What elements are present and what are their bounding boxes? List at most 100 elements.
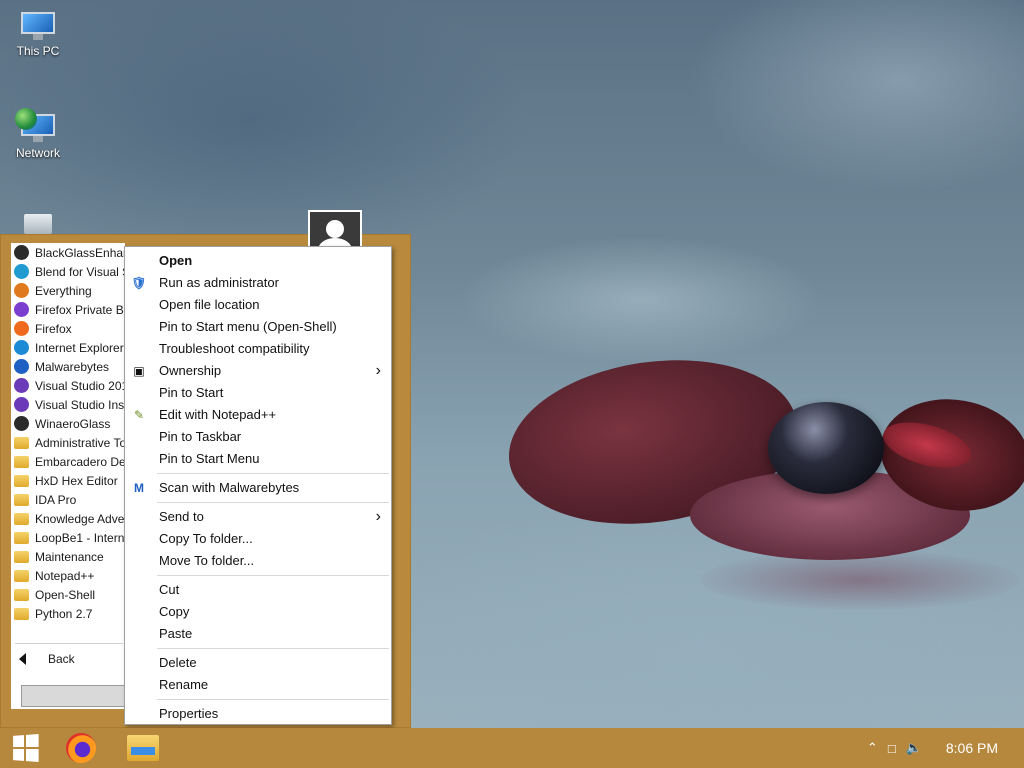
menu-item-label: Properties [159, 706, 219, 721]
menu-item-copy[interactable]: Copy [125, 601, 391, 623]
back-button[interactable]: Back [11, 647, 125, 671]
clock[interactable]: 8:06 PM [946, 740, 998, 756]
firefox-icon [14, 321, 29, 336]
menu-item-pin-to-start-menu-open-shell[interactable]: Pin to Start menu (Open-Shell) [125, 316, 391, 338]
program-item[interactable]: Internet Explorer [11, 338, 125, 357]
network-icon [15, 108, 55, 142]
menu-item-move-to-folder[interactable]: Move To folder... [125, 550, 391, 572]
program-item-label: LoopBe1 - Internal [35, 530, 125, 545]
cmd-icon: ▣ [133, 364, 145, 378]
program-item[interactable]: Visual Studio 2017 [11, 376, 125, 395]
menu-item-scan-with-malwarebytes[interactable]: M Scan with Malwarebytes [125, 477, 391, 499]
visual-studio-icon [14, 378, 29, 393]
app-icon [14, 416, 29, 431]
taskbar-firefox-button[interactable] [58, 728, 104, 768]
menu-item-label: Pin to Start menu (Open-Shell) [159, 319, 337, 334]
program-item[interactable]: LoopBe1 - Internal [11, 528, 125, 547]
menu-item-open-file-location[interactable]: Open file location [125, 294, 391, 316]
folder-icon [14, 588, 29, 601]
program-item[interactable]: Python 2.7 [11, 604, 125, 623]
menu-separator [157, 699, 389, 700]
menu-item-label: Pin to Start [159, 385, 224, 400]
start-button[interactable] [0, 728, 50, 768]
menu-item-label: Scan with Malwarebytes [159, 480, 300, 495]
program-list: BlackGlassEnhance Blend for Visual St Ever… [11, 243, 125, 709]
program-item-label: Firefox Private Bro [35, 302, 125, 317]
program-item[interactable]: Visual Studio Insta [11, 395, 125, 414]
program-item-label: HxD Hex Editor [35, 473, 118, 488]
taskbar: ⌃ □ 🔈 8:06 PM [0, 728, 1024, 768]
program-item[interactable]: Administrative Too [11, 433, 125, 452]
program-item-label: Internet Explorer [35, 340, 124, 355]
network-status-icon[interactable]: □ [888, 741, 896, 756]
recycle-bin-icon [24, 214, 52, 234]
menu-item-pin-to-taskbar[interactable]: Pin to Taskbar [125, 426, 391, 448]
blend-icon [14, 264, 29, 279]
menu-item-delete[interactable]: Delete [125, 652, 391, 674]
chevron-up-icon[interactable]: ⌃ [867, 740, 878, 756]
folder-icon [14, 493, 29, 506]
folder-icon [14, 569, 29, 582]
folder-icon [14, 455, 29, 468]
menu-item-pin-to-start-menu[interactable]: Pin to Start Menu [125, 448, 391, 470]
menu-item-label: Cut [159, 582, 180, 597]
folder-icon [14, 531, 29, 544]
program-item-label: Open-Shell [35, 587, 96, 602]
program-item-label: Python 2.7 [35, 606, 93, 621]
menu-separator [157, 575, 389, 576]
program-item[interactable]: Knowledge Adven [11, 509, 125, 528]
menu-item-label: Pin to Taskbar [159, 429, 242, 444]
menu-item-cut[interactable]: Cut [125, 579, 391, 601]
menu-item-properties[interactable]: Properties [125, 703, 391, 725]
menu-item-edit-with-notepad[interactable]: ✎ Edit with Notepad++ [125, 404, 391, 426]
program-item[interactable]: Maintenance [11, 547, 125, 566]
program-item-label: Malwarebytes [35, 359, 110, 374]
program-item[interactable]: Embarcadero Dev [11, 452, 125, 471]
program-item-label: Administrative Too [35, 435, 125, 450]
menu-separator [157, 648, 389, 649]
menu-separator [157, 473, 389, 474]
menu-item-label: Delete [159, 655, 197, 670]
menu-item-run-as-administrator[interactable]: 🛡 Run as administrator [125, 272, 391, 294]
menu-item-paste[interactable]: Paste [125, 623, 391, 645]
menu-item-label: Copy To folder... [159, 531, 253, 546]
menu-separator [157, 502, 389, 503]
program-item[interactable]: HxD Hex Editor [11, 471, 125, 490]
program-item[interactable]: Firefox [11, 319, 125, 338]
desktop-icon-network[interactable]: Network [6, 108, 70, 160]
search-input[interactable] [21, 685, 125, 707]
program-item[interactable]: Firefox Private Bro [11, 300, 125, 319]
menu-item-rename[interactable]: Rename [125, 674, 391, 696]
wallpaper-droplet [768, 402, 884, 494]
program-item[interactable]: Notepad++ [11, 566, 125, 585]
menu-item-open[interactable]: Open [125, 250, 391, 272]
volume-icon[interactable]: 🔈 [906, 740, 922, 756]
menu-item-label: Ownership [159, 363, 222, 378]
desktop-icon-label: Network [15, 146, 60, 160]
program-item[interactable]: Open-Shell [11, 585, 125, 604]
program-item[interactable]: IDA Pro [11, 490, 125, 509]
menu-item-ownership[interactable]: ▣ Ownership › [125, 360, 391, 382]
visual-studio-icon [14, 397, 29, 412]
program-item[interactable]: Malwarebytes [11, 357, 125, 376]
menu-item-label: Copy [159, 604, 190, 619]
computer-icon [21, 12, 55, 40]
taskbar-file-explorer-button[interactable] [120, 728, 166, 768]
program-item[interactable]: Everything [11, 281, 125, 300]
menu-item-copy-to-folder[interactable]: Copy To folder... [125, 528, 391, 550]
program-item[interactable]: Blend for Visual St [11, 262, 125, 281]
desktop-icon-this-pc[interactable]: This PC [6, 12, 70, 58]
system-tray: ⌃ □ 🔈 8:06 PM [867, 728, 1024, 768]
program-item-label: Everything [35, 283, 92, 298]
program-item[interactable]: BlackGlassEnhance [11, 243, 125, 262]
program-item[interactable]: WinaeroGlass [11, 414, 125, 433]
menu-item-pin-to-start[interactable]: Pin to Start [125, 382, 391, 404]
app-icon [14, 245, 29, 260]
context-menu: Open 🛡 Run as administrator Open file locat… [124, 246, 392, 725]
menu-item-troubleshoot-compatibility[interactable]: Troubleshoot compatibility [125, 338, 391, 360]
menu-item-label: Rename [159, 677, 209, 692]
back-label: Back [48, 652, 75, 666]
menu-item-send-to[interactable]: Send to › [125, 506, 391, 528]
ie-icon [14, 340, 29, 355]
desktop-icon-recycle-bin[interactable] [6, 214, 70, 234]
